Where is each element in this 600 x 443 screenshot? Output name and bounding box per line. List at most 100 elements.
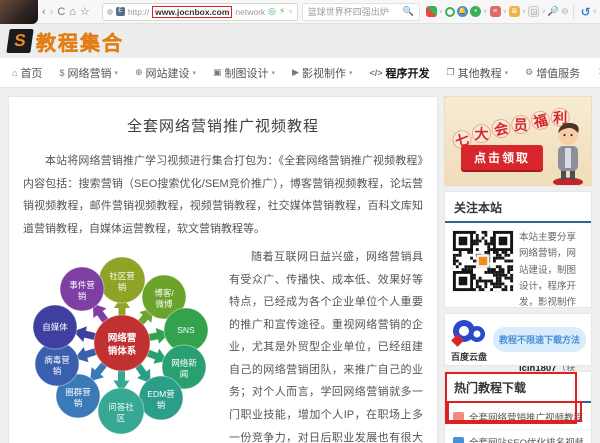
chevron-down-icon: ▾ — [271, 69, 276, 77]
search-hotword[interactable]: 篮球世界杯四强出炉 — [308, 5, 389, 18]
diagram-center-label: 销体系 — [108, 345, 137, 357]
nav-icon: ❐ — [446, 67, 455, 77]
site-logo-text[interactable]: 教程集合 — [36, 27, 124, 56]
restore-tab-icon[interactable]: ↺ — [581, 5, 591, 19]
reload-button[interactable]: C — [57, 6, 65, 18]
nav-label: 程序开发 — [385, 67, 430, 80]
caret-icon[interactable]: ∨ — [483, 8, 487, 15]
nav-icon: $ — [59, 67, 65, 78]
banner-title-char: 大 — [472, 124, 492, 144]
extensions-grid-icon[interactable] — [425, 6, 437, 17]
vip-benefits-banner[interactable]: 七大会员福利 点击领取 — [444, 96, 592, 186]
download-item-icon — [453, 436, 464, 443]
diagram-node-label: SNS — [177, 325, 195, 335]
site-nav: ⌂ 首页 $ 网络营销 ▾ ⊕ 网站建设 ▾ ▣ 制图设计 ▾ ▶ 影视制作 ▾ </> 程序开发 ❐ 其他教程 ▾… — [0, 58, 600, 88]
diagram-node-label: 自媒体 — [42, 322, 68, 332]
cloud-icon — [451, 319, 485, 347]
nav-item-2[interactable]: ⊕ 网站建设 ▾ — [135, 65, 196, 81]
pan-logo-text: 百度云盘 — [450, 351, 487, 362]
follow-title: 关注本站 — [454, 201, 503, 215]
caret-icon[interactable]: ∨ — [503, 8, 507, 15]
bookmark-star-button[interactable]: ☆ — [80, 5, 90, 18]
user-avatar[interactable] — [0, 0, 38, 24]
diagram-node-label: 网络新 — [171, 358, 197, 368]
baidu-pan-logo: 百度云盘 — [450, 317, 488, 363]
diagram-node-label: 销 — [53, 366, 62, 376]
nav-label: 增值服务 — [536, 67, 581, 80]
nav-item-5[interactable]: </> 程序开发 — [370, 65, 430, 81]
nav-label: 其他教程 — [457, 67, 502, 80]
address-bar[interactable]: E http:// www.jocnbox.com network ◎ ⚡ ∨ — [101, 2, 298, 21]
diagram-center-label: 网络营 — [108, 332, 137, 344]
nav-icon: </> — [369, 67, 383, 78]
download-method-bubble[interactable]: 教程不限速下载方法 — [493, 327, 587, 352]
bell-icon[interactable]: 🔔 — [457, 6, 469, 17]
nav-label: 网络营销 — [67, 67, 112, 80]
zoom-out-icon[interactable]: ⊖ — [561, 6, 569, 17]
chevron-down-icon: ▾ — [504, 69, 509, 77]
reader-icon[interactable]: ≡ — [489, 6, 501, 17]
diagram-node-label: 社区营 — [109, 271, 135, 281]
nav-icon: ▣ — [213, 67, 222, 77]
nav-item-1[interactable]: $ 网络营销 ▾ — [59, 65, 118, 81]
chevron-down-icon: ▾ — [348, 69, 353, 77]
cartoon-mascot — [553, 122, 583, 185]
home-button[interactable]: ⌂ — [69, 6, 76, 18]
site-info-icon[interactable] — [106, 8, 113, 15]
diagram-node-label: 圈群营 — [65, 387, 91, 397]
zoom-in-icon[interactable]: 🔎 — [548, 6, 559, 17]
nav-item-7[interactable]: ⚙ 增值服务 — [525, 65, 580, 81]
url-suffix: network — [235, 6, 266, 17]
chevron-down-icon: ▾ — [192, 69, 197, 77]
caret-icon[interactable]: ∨ — [522, 8, 526, 15]
diagram-node-label: 博客/ — [154, 288, 174, 298]
refresh-icon[interactable]: ◎ — [268, 6, 276, 17]
download-item-label: 全套网络营销推广视频教程 — [469, 413, 583, 424]
nav-item-0[interactable]: ⌂ 首页 — [12, 65, 42, 81]
claim-button[interactable]: 点击领取 — [461, 145, 544, 170]
download-item-label: 全套网站SEO优化排名视频教程 — [469, 435, 583, 443]
caret-icon[interactable]: ∨ — [541, 8, 545, 15]
back-button[interactable]: ‹ — [42, 6, 46, 18]
diagram-node-label: EDM营 — [147, 389, 174, 399]
caret-icon[interactable]: ∨ — [593, 8, 597, 15]
browser-toolbar: ‹ › C ⌂ ☆ E http:// www.jocnbox.com netw… — [0, 0, 600, 24]
nav-label: 网站建设 — [145, 67, 190, 80]
search-icon[interactable]: 🔍 — [403, 6, 414, 17]
diagram-node-label: 区 — [117, 413, 126, 423]
url-domain-highlighted[interactable]: www.jocnbox.com — [152, 5, 233, 18]
forward-button[interactable]: › — [50, 6, 54, 18]
baidu-pan-promo[interactable]: 百度云盘 教程不限速下载方法 — [444, 313, 592, 366]
diagram-node-label: 销 — [74, 398, 83, 408]
page-title: 全套网络营销推广视频教程 — [126, 118, 319, 135]
nav-label: 首页 — [20, 67, 43, 80]
notes-icon[interactable]: ≣ — [508, 6, 520, 17]
hot-download-item-1[interactable]: 全套网站SEO优化排名视频教程 — [445, 430, 591, 443]
nav-item-4[interactable]: ▶ 影视制作 ▾ — [292, 65, 352, 81]
nav-icon: ⚙ — [525, 67, 534, 77]
nav-item-6[interactable]: ❐ 其他教程 ▾ — [447, 65, 509, 81]
hot-download-item-0[interactable]: 全套网络营销推广视频教程 — [445, 405, 591, 430]
site-logo-icon[interactable]: S — [6, 29, 34, 53]
screenshot-icon[interactable]: ◲ — [528, 6, 540, 17]
banner-title-char: 员 — [511, 114, 531, 134]
diagram-node-label: 问答社 — [108, 402, 134, 412]
url-dropdown-icon[interactable]: ∨ — [288, 8, 292, 15]
banner-title-char: 会 — [489, 117, 513, 140]
hot-downloads-list: 全套网络营销推广视频教程全套网站SEO优化排名视频教程全套Dw+html+div… — [445, 403, 591, 443]
caret-icon[interactable]: ∨ — [439, 8, 443, 15]
nav-item-3[interactable]: ▣ 制图设计 ▾ — [213, 65, 275, 81]
browser-search-input[interactable]: 篮球世界杯四强出炉 🔍 — [301, 2, 420, 21]
page-body: 全套网络营销推广视频教程 本站将网络营销推广学习视频进行集合打包为：《全套网络营… — [0, 88, 600, 443]
diagram-node-label: 闻 — [180, 369, 189, 379]
adblock-ring-icon[interactable] — [445, 6, 456, 17]
url-scheme: http:// — [127, 6, 150, 17]
hot-downloads-title: 热门教程下载 — [454, 381, 527, 395]
lightning-icon[interactable]: ⚡ — [279, 6, 285, 17]
article-card: 全套网络营销推广视频教程 本站将网络营销推广学习视频进行集合打包为：《全套网络营… — [8, 96, 438, 443]
diagram-node-label: 病毒营 — [44, 355, 70, 365]
translate-icon[interactable]: • — [470, 6, 482, 17]
diagram-node-label: 事件营 — [69, 280, 95, 290]
marketing-system-diagram: 社区营销博客/微博SNS网络新闻EDM营销问答社区圈群营销病毒营销自媒体事件营销… — [32, 256, 209, 435]
nav-icon: ▶ — [292, 67, 299, 77]
